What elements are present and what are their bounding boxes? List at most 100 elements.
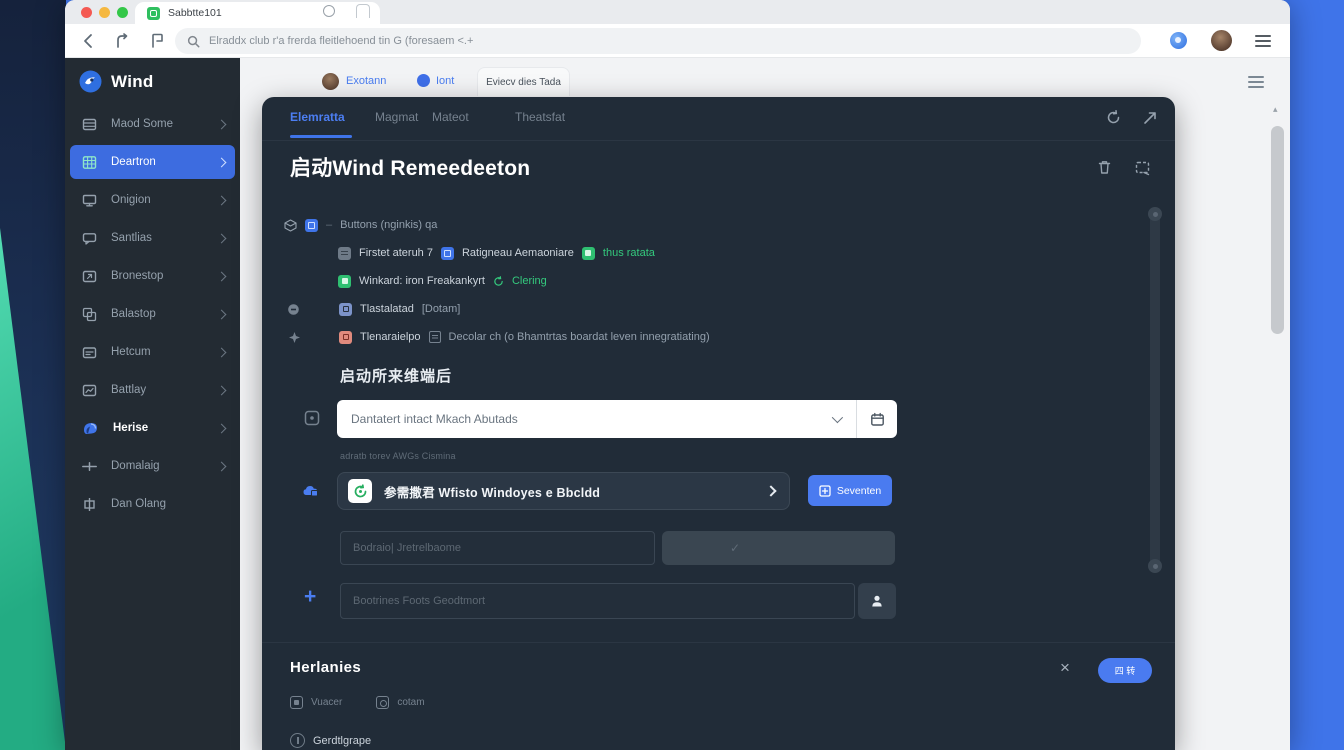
tree-row-root[interactable]: – Buttons (nginkis) qa xyxy=(284,217,437,233)
package-icon-bg xyxy=(348,479,372,503)
chevron-right-icon xyxy=(217,271,227,281)
user-avatar[interactable] xyxy=(322,73,339,90)
tree-row-description: Decolar ch (o Bhamtrtas boardat leven in… xyxy=(449,331,710,343)
tree-row[interactable]: Winkard: iron Freakankyrt Clering xyxy=(338,273,547,289)
sidebar-item-label: Domalaig xyxy=(111,460,204,472)
browser-profile-avatar[interactable] xyxy=(1211,30,1232,51)
component-blue-icon xyxy=(441,247,454,260)
close-window-button[interactable] xyxy=(81,7,92,18)
share-external-icon[interactable] xyxy=(1142,109,1159,126)
divider xyxy=(262,140,1175,141)
panel-scrollbar[interactable] xyxy=(1150,210,1160,570)
sidebar-item-maod-some[interactable]: Maod Some xyxy=(70,107,235,141)
footer-item-row[interactable]: Gerdtlgrape xyxy=(290,733,371,748)
tab-audio-icon[interactable] xyxy=(323,5,335,17)
panel-tab-elemratta[interactable]: Elemratta xyxy=(290,110,345,124)
scrollbar-up-arrow[interactable]: ▴ xyxy=(1273,104,1278,115)
stop-square-icon[interactable] xyxy=(290,696,303,709)
grid-plus-icon xyxy=(819,485,831,497)
extension-icon[interactable] xyxy=(1170,32,1187,49)
breadcrumb-link[interactable]: Iont xyxy=(436,75,454,87)
card-text-icon xyxy=(82,345,97,360)
panel-tab-magmat[interactable]: Magmat xyxy=(375,110,418,124)
browser-menu-icon[interactable] xyxy=(1255,35,1271,47)
method-select-input[interactable] xyxy=(337,400,832,438)
address-bar[interactable]: Elraddx club r'a frerda fleitlehoend tin… xyxy=(175,28,1141,54)
sidebar-item-hetcum[interactable]: Hetcum xyxy=(70,335,235,369)
tree-row[interactable]: Tlastalatad [Dotam] xyxy=(284,301,460,317)
chevron-right-icon xyxy=(217,423,227,433)
info-circle-icon xyxy=(290,733,305,748)
diamond-star-icon[interactable] xyxy=(288,331,301,344)
screenshot-frame-icon[interactable] xyxy=(1134,159,1151,176)
chevron-down-icon[interactable] xyxy=(832,412,843,423)
person-button[interactable] xyxy=(858,583,896,619)
back-icon[interactable] xyxy=(79,32,97,50)
tree-row[interactable]: Tlenaraielpo Decolar ch (o Bhamtrtas boa… xyxy=(284,329,710,345)
app-logo-text: Wind xyxy=(111,72,154,92)
value-input[interactable] xyxy=(340,531,655,565)
footer-meta-row: Vuacer cotam xyxy=(290,696,425,709)
sidebar-item-santlias[interactable]: Santlias xyxy=(70,221,235,255)
chevron-right-icon xyxy=(217,461,227,471)
source-input[interactable] xyxy=(340,583,855,619)
panel-tab-mateot[interactable]: Mateot xyxy=(432,110,469,124)
sidebar-item-herise[interactable]: Herise xyxy=(70,411,235,445)
camera-box-icon[interactable] xyxy=(376,696,389,709)
sidebar-item-bronestop[interactable]: Bronestop xyxy=(70,259,235,293)
save-button[interactable]: 四 转 xyxy=(1098,658,1152,683)
panel-tab-theatsfat[interactable]: Theatsfat xyxy=(515,110,565,124)
disabled-check-box: ✓ xyxy=(662,531,895,565)
browser-tab-active[interactable]: Sabbtte101 xyxy=(135,2,380,24)
chevron-right-icon xyxy=(217,233,227,243)
refresh-small-icon xyxy=(493,276,504,287)
select-group xyxy=(337,400,897,438)
search-icon xyxy=(187,35,200,48)
sidebar-item-dan-olang[interactable]: Dan Olang xyxy=(70,487,235,521)
tab-title: Sabbtte101 xyxy=(168,7,222,19)
sidebar-item-domalaig[interactable]: Domalaig xyxy=(70,449,235,483)
circle-minus-icon[interactable] xyxy=(287,303,300,316)
box-dot-icon xyxy=(304,410,320,426)
herise-logo-icon xyxy=(82,420,99,437)
package-action-button[interactable]: Seventen xyxy=(808,475,892,506)
minimize-window-button[interactable] xyxy=(99,7,110,18)
tree-row-label: Tlenaraielpo xyxy=(360,331,421,343)
scroll-up-knob[interactable] xyxy=(1148,207,1162,221)
add-icon[interactable]: + xyxy=(304,585,316,609)
page-menu-icon[interactable] xyxy=(1248,76,1264,88)
maximize-window-button[interactable] xyxy=(117,7,128,18)
breadcrumb-user-link[interactable]: Exotann xyxy=(346,75,386,87)
trash-icon[interactable] xyxy=(1096,159,1113,176)
sidebar-item-battlay[interactable]: Battlay xyxy=(70,373,235,407)
check-icon: ✓ xyxy=(730,541,740,555)
sidebar-item-onigion[interactable]: Onigion xyxy=(70,183,235,217)
package-selector[interactable]: 参需撒君 Wfisto Windoyes e Bbcldd xyxy=(337,472,790,510)
calendar-icon xyxy=(870,412,885,427)
forward-history-icon[interactable] xyxy=(113,32,131,50)
page-scrollbar-thumb[interactable] xyxy=(1271,126,1284,334)
refresh-icon[interactable] xyxy=(1105,109,1122,126)
package-name: 参需撒君 Wfisto Windoyes e Bbcldd xyxy=(384,482,755,501)
tree-row-label: Winkard: iron Freakankyrt xyxy=(359,275,485,287)
bookmark-flag-icon[interactable] xyxy=(149,32,167,50)
scroll-down-knob[interactable] xyxy=(1148,559,1162,573)
window-arrow-icon xyxy=(82,269,97,284)
close-icon[interactable]: × xyxy=(1060,658,1070,678)
sidebar-item-label: Santlias xyxy=(111,232,204,244)
person-icon xyxy=(870,594,884,608)
page-tab[interactable]: Eviecv dies Tada xyxy=(477,67,570,96)
tree-row[interactable]: Firstet ateruh 7 Ratigneau Aemaoniare th… xyxy=(338,245,655,261)
calendar-button[interactable] xyxy=(856,400,897,438)
tree-row-link[interactable]: Clering xyxy=(512,275,547,287)
target-frame-icon xyxy=(82,497,97,512)
browser-window: Sabbtte101 Elraddx club r'a frerda flei xyxy=(65,0,1290,750)
new-tab-button[interactable] xyxy=(356,4,370,18)
tree-row-meta: [Dotam] xyxy=(422,303,461,315)
sidebar-item-balastop[interactable]: Balastop xyxy=(70,297,235,331)
web-page: Wind Maod Some Deartron Onigion Santlias xyxy=(65,58,1290,750)
chevron-right-icon[interactable] xyxy=(765,485,776,496)
button-label: Seventen xyxy=(837,485,881,497)
sidebar-item-deartron[interactable]: Deartron xyxy=(70,145,235,179)
component-green-icon xyxy=(582,247,595,260)
